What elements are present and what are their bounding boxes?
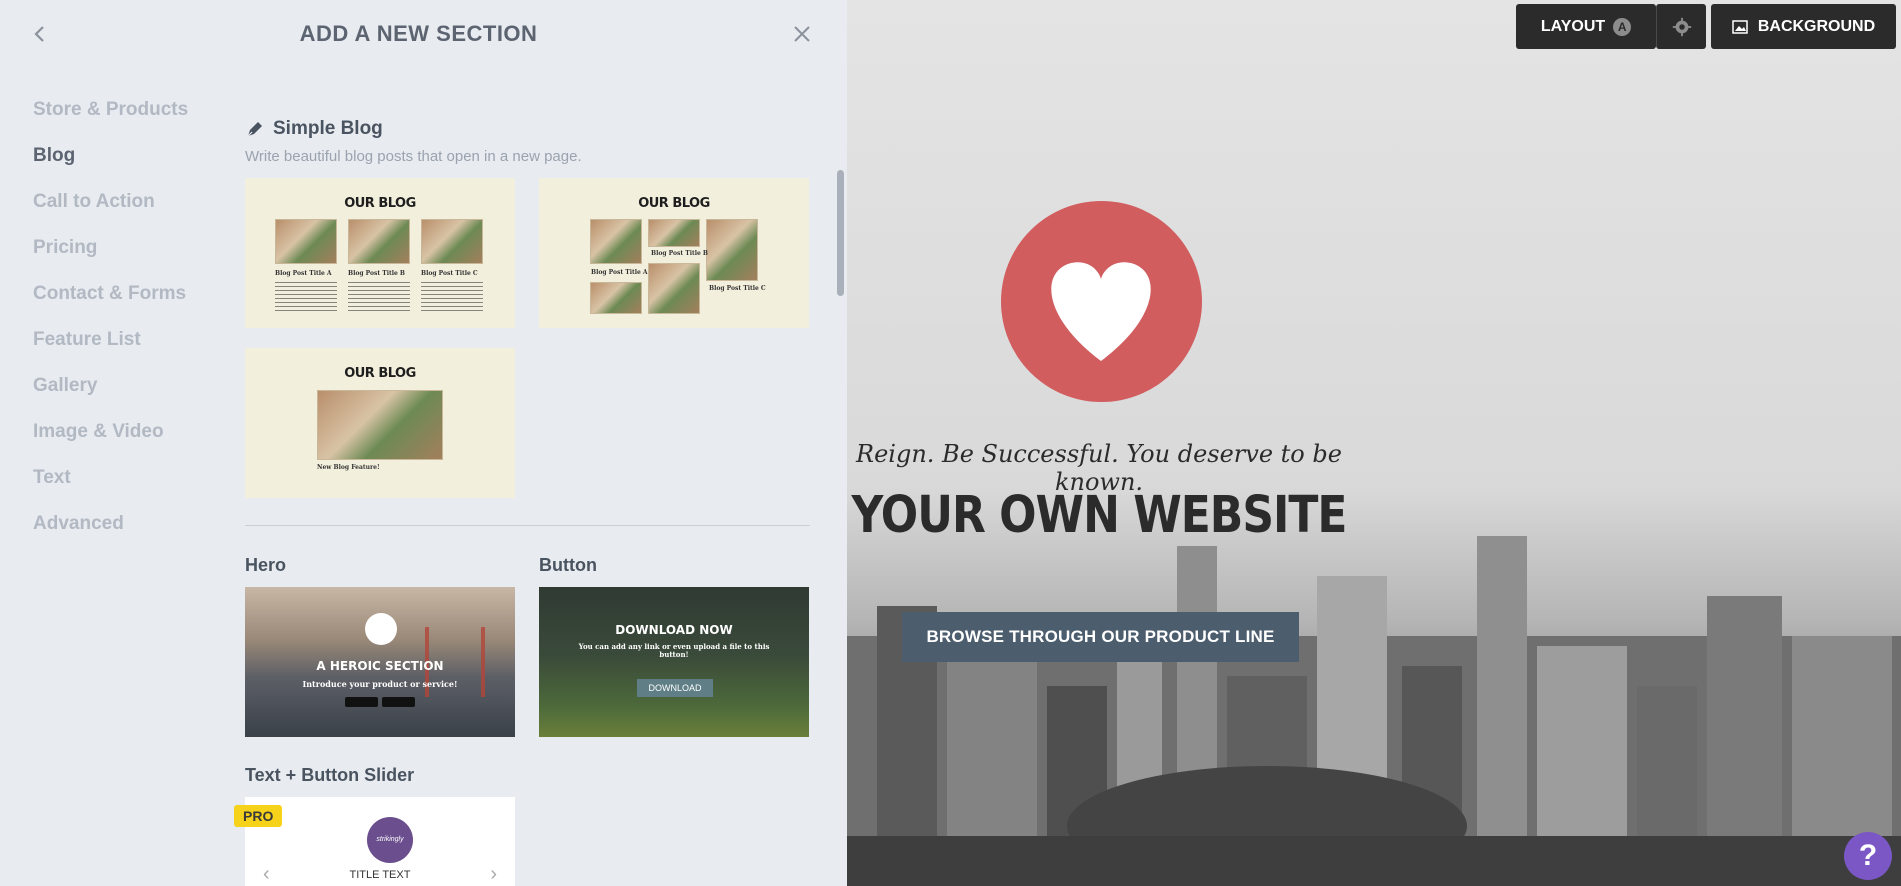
thumb-button: DOWNLOAD: [637, 679, 713, 697]
thumb-post-title: Blog Post Title A: [275, 270, 332, 277]
category-nav: Store & Products Blog Call to Action Pri…: [33, 96, 223, 556]
thumb-title: OUR BLOG: [638, 196, 710, 211]
category-blog[interactable]: Blog: [33, 142, 223, 188]
category-contact-forms[interactable]: Contact & Forms: [33, 280, 223, 326]
thumb-title: TITLE TEXT: [349, 869, 411, 881]
blog-template-three-column[interactable]: OUR BLOG Blog Post Title A Blog Post Tit…: [245, 178, 515, 328]
panel-header: ADD A NEW SECTION: [0, 0, 847, 70]
thumb-image: [590, 219, 642, 264]
background-button[interactable]: BACKGROUND: [1711, 4, 1896, 49]
hero-section-label: Hero: [245, 555, 287, 575]
panel-title: ADD A NEW SECTION: [299, 21, 538, 46]
blog-section-title: Simple Blog: [273, 118, 383, 139]
hero-template[interactable]: A HEROIC SECTION Introduce your product …: [245, 587, 515, 737]
layout-badge: A: [1613, 17, 1632, 36]
blog-section-heading: Simple Blog: [245, 118, 810, 140]
thumb-image: [317, 390, 443, 460]
close-button[interactable]: [790, 22, 814, 46]
thumb-title: OUR BLOG: [344, 196, 416, 211]
close-icon: [794, 26, 810, 42]
heart-icon: [1051, 262, 1151, 361]
thumb-text-lines: [275, 282, 337, 312]
blog-template-featured[interactable]: OUR BLOG New Blog Feature!: [245, 348, 515, 498]
thumb-post-title: Blog Post Title C: [709, 285, 766, 292]
heart-logo: [1001, 201, 1202, 402]
thumb-image: [590, 282, 642, 314]
category-gallery[interactable]: Gallery: [33, 372, 223, 418]
chevron-right-icon: ›: [490, 863, 497, 885]
background-label: BACKGROUND: [1757, 17, 1876, 35]
settings-button[interactable]: [1656, 4, 1706, 49]
city-skyline-background: [847, 536, 1901, 886]
thumb-text-lines: [348, 282, 410, 312]
thumb-post-title: Blog Post Title C: [421, 270, 478, 277]
thumb-logo: strikingly: [367, 817, 413, 863]
thumb-image: [648, 263, 700, 314]
thumb-text-lines: [421, 282, 483, 312]
slider-template[interactable]: strikingly TITLE TEXT ‹ ›: [245, 797, 515, 886]
thumb-image: [348, 219, 410, 264]
thumb-image: [275, 219, 337, 264]
button-section-label: Button: [539, 555, 597, 575]
pro-badge: PRO: [234, 805, 283, 827]
category-image-video[interactable]: Image & Video: [33, 418, 223, 464]
category-feature-list[interactable]: Feature List: [33, 326, 223, 372]
thumb-post-title: New Blog Feature!: [317, 464, 380, 471]
help-button[interactable]: ?: [1844, 832, 1892, 880]
slider-section-label: Text + Button Slider: [245, 765, 415, 785]
thumb-title: A HEROIC SECTION: [316, 659, 444, 673]
blog-template-masonry[interactable]: OUR BLOG Blog Post Title A Blog Post Tit…: [539, 178, 809, 328]
image-icon: [1732, 19, 1748, 34]
thumb-subtitle: Introduce your product or service!: [302, 679, 458, 689]
category-text[interactable]: Text: [33, 464, 223, 510]
add-section-panel: ADD A NEW SECTION Store & Products Blog …: [0, 0, 847, 886]
blog-section-description: Write beautiful blog posts that open in …: [245, 148, 582, 165]
thumb-logo: [365, 613, 397, 645]
gear-icon: [1672, 17, 1691, 36]
thumb-post-title: Blog Post Title B: [651, 250, 708, 257]
thumb-post-title: Blog Post Title A: [591, 269, 648, 276]
thumb-app-badges: [345, 697, 415, 707]
thumb-image: [648, 219, 700, 247]
layout-button[interactable]: LAYOUT A: [1516, 4, 1656, 49]
thumb-image: [706, 219, 758, 281]
thumb-title: DOWNLOAD NOW: [615, 623, 733, 637]
hero-title[interactable]: YOUR OWN WEBSITE: [847, 486, 1351, 545]
button-template[interactable]: DOWNLOAD NOW You can add any link or eve…: [539, 587, 809, 737]
panel-scrollbar[interactable]: [837, 170, 844, 296]
thumb-title: OUR BLOG: [344, 366, 416, 381]
thumb-subtitle: You can add any link or even upload a fi…: [578, 642, 770, 659]
category-store-products[interactable]: Store & Products: [33, 96, 223, 142]
category-pricing[interactable]: Pricing: [33, 234, 223, 280]
thumb-image: [421, 219, 483, 264]
layout-label: LAYOUT: [1540, 17, 1606, 35]
category-call-to-action[interactable]: Call to Action: [33, 188, 223, 234]
section-list: Simple Blog Write beautiful blog posts t…: [245, 118, 810, 165]
section-divider: [245, 525, 810, 526]
thumb-post-title: Blog Post Title B: [348, 270, 405, 277]
browse-products-button[interactable]: BROWSE THROUGH OUR PRODUCT LINE: [902, 612, 1299, 662]
category-advanced[interactable]: Advanced: [33, 510, 223, 556]
pen-icon: [247, 122, 262, 137]
chevron-left-icon: ‹: [263, 863, 270, 885]
